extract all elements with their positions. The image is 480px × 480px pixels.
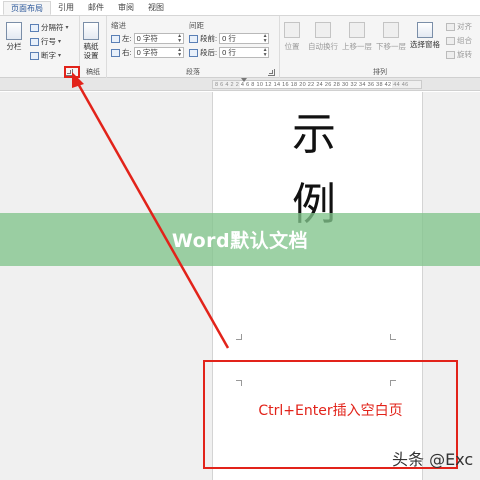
wrap-text-button[interactable]: 自动换行 (308, 22, 338, 52)
columns-label: 分栏 (6, 42, 22, 51)
columns-icon (6, 22, 22, 40)
ribbon-tab-bar: 页面布局 引用 邮件 审阅 视图 (0, 0, 480, 16)
rotate-label: 旋转 (457, 50, 472, 59)
ruler-right-margin (392, 80, 422, 89)
tab-review[interactable]: 审阅 (111, 1, 141, 15)
spacing-before-label: 段前: (200, 34, 218, 43)
breaks-icon (30, 23, 39, 32)
indent-header: 缩进 (111, 21, 126, 30)
manuscript-group: 稿纸 设置 稿纸 (80, 16, 107, 78)
send-backward-button[interactable]: 下移一层 (376, 22, 406, 52)
paragraph-group: 缩进 左: 0 字符 ▲ ▼ 右: 0 字符 ▲ ▼ 间距 段前: 0 行 ▲ ▼ (107, 16, 280, 78)
align-icon (446, 22, 455, 31)
selection-pane-label: 选择窗格 (410, 40, 440, 49)
line-numbers-button[interactable]: 行号 ▾ (30, 36, 61, 47)
send-backward-label: 下移一层 (376, 42, 406, 51)
indent-left-icon (111, 34, 120, 43)
group-objects-label: 组合 (457, 36, 472, 45)
rotate-icon (446, 50, 455, 59)
spin-arrows-icon[interactable]: ▲ ▼ (177, 47, 183, 58)
spacing-header: 间距 (189, 21, 204, 30)
title-banner: Word默认文档 (0, 213, 480, 266)
indent-right-value: 0 字符 (136, 48, 158, 57)
banner-title: Word默认文档 (171, 230, 309, 252)
indent-left-row: 左: 0 字符 ▲ ▼ (111, 33, 184, 44)
arrange-group-label: 排列 (373, 69, 387, 76)
spin-arrows-icon[interactable]: ▲ ▼ (262, 33, 268, 44)
spacing-after-label: 段后: (200, 48, 218, 57)
tab-references[interactable]: 引用 (51, 1, 81, 15)
hyphenation-button[interactable]: 断字 ▾ (30, 50, 61, 61)
breaks-button[interactable]: 分隔符 ▾ (30, 22, 69, 33)
chevron-down-icon: ▾ (65, 25, 69, 31)
position-button[interactable]: 位置 (284, 22, 300, 52)
tab-page-layout[interactable]: 页面布局 (3, 1, 51, 15)
manuscript-icon (83, 22, 99, 40)
indent-right-row: 右: 0 字符 ▲ ▼ (111, 47, 184, 58)
indent-right-input[interactable]: 0 字符 ▲ ▼ (133, 47, 184, 58)
selection-pane-icon (417, 22, 433, 38)
wrap-text-label: 自动换行 (308, 42, 338, 51)
annotation-text: Ctrl+Enter插入空白页 (258, 403, 403, 419)
spacing-after-icon (189, 48, 198, 57)
breaks-label: 分隔符 (41, 23, 64, 32)
hyphenation-icon (30, 51, 39, 60)
chevron-down-icon: ▾ (58, 53, 62, 59)
manuscript-settings-button[interactable]: 稿纸 设置 (83, 22, 99, 60)
spacing-before-value: 0 行 (222, 34, 236, 43)
spacing-after-value: 0 行 (222, 48, 236, 57)
position-label: 位置 (284, 42, 300, 51)
selection-pane-button[interactable]: 选择窗格 (410, 22, 440, 49)
spin-arrows-icon[interactable]: ▲ ▼ (177, 33, 183, 44)
spacing-before-input[interactable]: 0 行 ▲ ▼ (219, 33, 270, 44)
spacing-before-icon (189, 34, 198, 43)
indent-right-label: 右: (122, 48, 132, 57)
columns-button[interactable]: 分栏 (6, 22, 22, 51)
manuscript-label: 稿纸 设置 (83, 42, 99, 60)
indent-right-icon (111, 48, 120, 57)
spin-arrows-icon[interactable]: ▲ ▼ (262, 47, 268, 58)
align-label: 对齐 (457, 22, 472, 31)
indent-left-value: 0 字符 (136, 34, 158, 43)
chevron-down-icon: ▾ (58, 39, 62, 45)
launcher-highlight-box (64, 66, 80, 78)
group-icon (446, 36, 455, 45)
align-button[interactable]: 对齐 (446, 21, 472, 32)
horizontal-ruler: 8 6 4 2 2 4 6 8 10 12 14 16 18 20 22 24 … (0, 78, 480, 91)
bring-forward-button[interactable]: 上移一层 (342, 22, 372, 52)
tab-mailings[interactable]: 邮件 (81, 1, 111, 15)
manuscript-group-label: 稿纸 (86, 69, 100, 76)
indent-left-input[interactable]: 0 字符 ▲ ▼ (133, 33, 184, 44)
wrap-text-icon (315, 22, 331, 38)
margin-corner-mark (390, 334, 396, 340)
first-line-indent-marker[interactable] (241, 78, 247, 82)
rotate-button[interactable]: 旋转 (446, 49, 472, 60)
arrange-group: 位置 自动换行 上移一层 下移一层 选择窗格 对齐 组合 旋转 排列 (280, 16, 480, 78)
bring-forward-label: 上移一层 (342, 42, 372, 51)
paragraph-group-label: 段落 (186, 69, 200, 76)
watermark: 头条 @Exc (392, 450, 474, 469)
line-numbers-icon (30, 37, 39, 46)
tab-view[interactable]: 视图 (141, 1, 171, 15)
line-numbers-label: 行号 (41, 37, 56, 46)
position-icon (284, 22, 300, 38)
document-char-1: 示 (292, 109, 336, 160)
bring-forward-icon (349, 22, 365, 38)
paragraph-dialog-launcher[interactable] (268, 69, 275, 76)
spacing-before-row: 段前: 0 行 ▲ ▼ (189, 33, 270, 44)
ruler-left-margin (212, 80, 240, 89)
spacing-after-row: 段后: 0 行 ▲ ▼ (189, 47, 270, 58)
group-objects-button[interactable]: 组合 (446, 35, 472, 46)
hyphenation-label: 断字 (41, 51, 56, 60)
indent-left-label: 左: (122, 34, 132, 43)
margin-corner-mark (236, 334, 242, 340)
send-backward-icon (383, 22, 399, 38)
spacing-after-input[interactable]: 0 行 ▲ ▼ (219, 47, 270, 58)
